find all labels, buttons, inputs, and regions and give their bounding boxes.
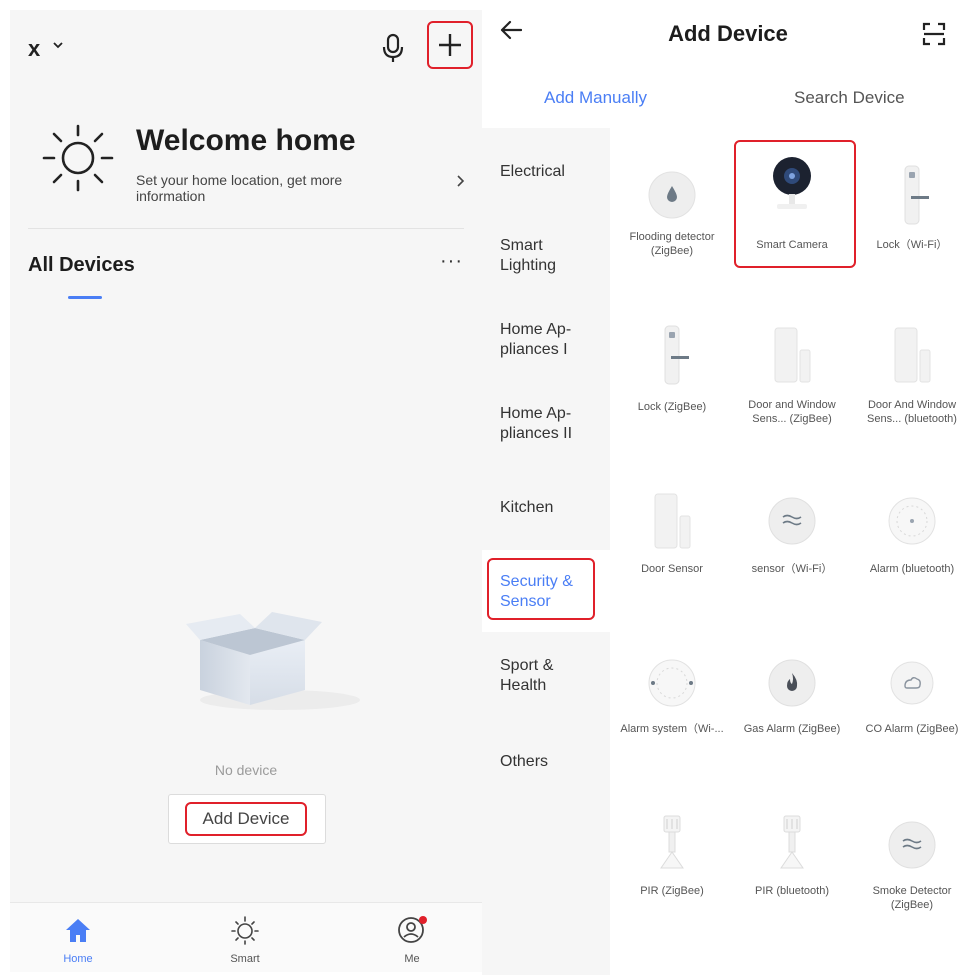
device-label: CO Alarm (ZigBee)	[865, 723, 959, 735]
home-top-bar: x	[10, 10, 482, 80]
tab-search-device[interactable]: Search Device	[794, 88, 905, 108]
home-screen: x Welcome home Set your home location, g…	[10, 10, 482, 972]
category-smart-lighting[interactable]: Smart Lighting	[500, 236, 600, 276]
smoke-detector-icon	[888, 821, 936, 869]
nav-home[interactable]: Home	[38, 903, 118, 973]
category-sidebar: Electrical Smart Lighting Home Ap-plianc…	[482, 128, 610, 975]
device-label: Door And Window Sens... (bluetooth)	[867, 399, 957, 425]
add-device-screen: Add Device Add Manually Search Device El…	[482, 0, 974, 975]
section-title[interactable]: All Devices	[28, 254, 135, 277]
chevron-right-icon[interactable]	[456, 174, 466, 193]
device-label: Alarm system（Wi-...	[620, 723, 724, 735]
add-method-tabs: Add Manually Search Device	[482, 72, 974, 128]
scan-icon[interactable]	[922, 22, 946, 51]
category-sport-health[interactable]: Sport & Health	[500, 656, 600, 696]
alarm-icon	[888, 497, 936, 545]
device-label: PIR (ZigBee)	[640, 885, 704, 897]
home-icon	[66, 919, 90, 942]
nav-me-label: Me	[404, 953, 420, 965]
nav-smart[interactable]: Smart	[205, 903, 285, 973]
category-electrical[interactable]: Electrical	[500, 162, 600, 182]
weather-sun-icon	[38, 122, 118, 197]
sensor-icon	[768, 497, 816, 545]
alarm-icon	[648, 659, 696, 707]
microphone-icon[interactable]	[380, 30, 406, 66]
lock-icon	[904, 165, 929, 225]
chevron-down-icon[interactable]	[52, 38, 64, 56]
welcome-subtitle[interactable]: Set your home location, get more informa…	[136, 172, 386, 204]
nav-home-label: Home	[63, 953, 93, 965]
door-sensor-icon	[654, 493, 691, 549]
device-grid: Flooding detector (ZigBee) Smart Camera …	[610, 128, 974, 975]
home-selector[interactable]: x	[28, 36, 40, 62]
co-alarm-icon	[890, 661, 934, 705]
door-sensor-icon	[894, 327, 931, 383]
tab-indicator	[68, 296, 102, 299]
highlight-box	[487, 558, 595, 620]
gas-alarm-icon	[768, 659, 816, 707]
empty-box-illustration	[170, 600, 360, 725]
sun-icon	[231, 916, 259, 945]
device-label: Gas Alarm (ZigBee)	[743, 723, 841, 735]
add-device-button[interactable]: Add Device	[185, 802, 307, 836]
door-sensor-icon	[774, 327, 811, 383]
more-options-icon[interactable]: ···	[440, 250, 463, 273]
plus-icon	[439, 34, 461, 56]
lock-icon	[664, 325, 689, 385]
empty-state-text: No device	[214, 762, 278, 778]
nav-smart-label: Smart	[230, 953, 260, 965]
pir-icon	[660, 815, 684, 869]
category-others[interactable]: Others	[500, 752, 600, 772]
device-label: Door and Window Sens... (ZigBee)	[748, 399, 836, 425]
highlight-box	[734, 140, 856, 268]
tab-add-manually[interactable]: Add Manually	[544, 88, 647, 108]
bottom-navigation: Home Smart Me	[10, 902, 482, 972]
category-home-appliances-2[interactable]: Home Ap-pliances II	[500, 404, 600, 444]
device-label: Door Sensor	[641, 563, 703, 575]
device-label: Lock (ZigBee)	[637, 401, 707, 413]
device-label: sensor（Wi-Fi）	[751, 563, 833, 575]
device-label: Flooding detector (ZigBee)	[629, 231, 715, 257]
device-label: PIR (bluetooth)	[755, 885, 829, 897]
pir-icon	[780, 815, 804, 869]
device-label: Smoke Detector (ZigBee)	[872, 885, 952, 911]
welcome-title: Welcome home	[136, 124, 356, 157]
category-kitchen[interactable]: Kitchen	[500, 498, 600, 518]
flood-sensor-icon	[648, 171, 696, 219]
add-device-plus-button[interactable]	[427, 21, 473, 69]
device-label: Alarm (bluetooth)	[869, 563, 955, 575]
page-title: Add Device	[668, 21, 788, 46]
add-device-button-container: Add Device	[168, 794, 326, 844]
notification-dot	[419, 916, 427, 924]
profile-icon	[398, 916, 427, 943]
divider	[28, 228, 464, 229]
category-home-appliances-1[interactable]: Home Ap-pliances I	[500, 320, 600, 360]
device-label: Lock（Wi-Fi）	[876, 239, 948, 251]
nav-me[interactable]: Me	[372, 903, 452, 973]
